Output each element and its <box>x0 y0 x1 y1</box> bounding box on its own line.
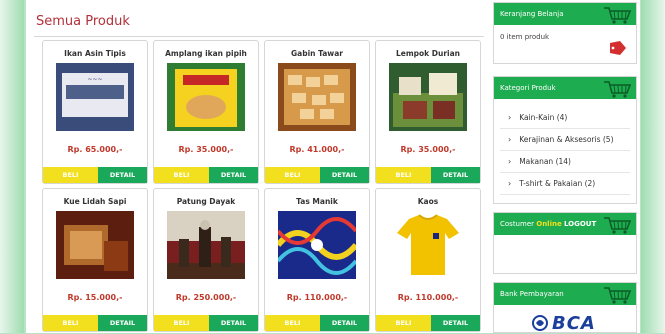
bank-widget: Bank Pembayaran BCA <box>493 282 637 334</box>
category-widget: Kategori Produk › Kain-Kain (4) › Kerajina… <box>493 76 637 204</box>
product-image-amplang[interactable] <box>167 63 245 131</box>
product-price: Rp. 65.000,- <box>67 145 123 154</box>
detail-button[interactable]: DETAIL <box>98 167 147 183</box>
detail-button[interactable]: DETAIL <box>320 167 369 183</box>
product-card[interactable]: Amplang ikan pipih Rp. 35.000,- BELI DET… <box>153 40 259 184</box>
category-label[interactable]: Makanan (14) <box>519 157 571 166</box>
product-name[interactable]: Ikan Asin Tipis <box>43 49 147 58</box>
product-card[interactable]: Patung Dayak Rp. 250.000,- BELI DETAIL <box>153 188 259 332</box>
customer-title: Costumer <box>500 220 535 228</box>
category-title: Kategori Produk <box>500 84 556 92</box>
buy-button[interactable]: BELI <box>43 167 98 183</box>
product-image-gabin[interactable] <box>278 63 356 131</box>
cart-title: Keranjang Belanja <box>500 10 564 18</box>
cart-widget: Keranjang Belanja 0 item produk <box>493 2 637 64</box>
detail-button[interactable]: DETAIL <box>320 315 369 331</box>
buy-button[interactable]: BELI <box>154 315 209 331</box>
category-header: Kategori Produk <box>494 77 636 99</box>
sidebar: Keranjang Belanja 0 item produk Kategori… <box>493 0 639 334</box>
page-wrapper: Semua Produk Ikan Asin Tipis ~~~ Rp. 65.… <box>26 0 640 334</box>
cart-header: Keranjang Belanja <box>494 3 636 25</box>
product-price: Rp. 41.000,- <box>289 145 345 154</box>
product-price: Rp. 35.000,- <box>178 145 234 154</box>
bank-title: Bank Pembayaran <box>500 290 564 298</box>
product-image-ikan-asin[interactable]: ~~~ <box>56 63 134 131</box>
category-item[interactable]: › Kerajinan & Aksesoris (5) <box>500 129 630 151</box>
page-background-left <box>0 0 24 333</box>
buy-button[interactable]: BELI <box>43 315 98 331</box>
product-image-lempok[interactable] <box>389 63 467 131</box>
bank-logo-text: BCA <box>552 313 596 334</box>
category-label[interactable]: Kain-Kain (4) <box>519 113 567 122</box>
product-name[interactable]: Amplang ikan pipih <box>154 49 258 58</box>
chevron-right-icon: › <box>508 157 512 166</box>
section-title: Semua Produk <box>36 14 130 29</box>
online-status: Online <box>536 220 562 228</box>
category-label[interactable]: T-shirt & Pakaian (2) <box>519 179 595 188</box>
customer-header: Costumer Online LOGOUT <box>494 213 636 235</box>
buy-button[interactable]: BELI <box>376 167 431 183</box>
chevron-right-icon: › <box>508 135 512 144</box>
chevron-right-icon: › <box>508 179 512 188</box>
product-card[interactable]: Tas Manik Rp. 110.000,- BELI DETAIL <box>264 188 370 332</box>
product-card[interactable]: Gabin Tawar Rp. 41.000,- BELI DETAIL <box>264 40 370 184</box>
customer-widget: Costumer Online LOGOUT <box>493 212 637 274</box>
bca-logo-icon <box>532 315 548 331</box>
detail-button[interactable]: DETAIL <box>431 315 480 331</box>
chevron-right-icon: › <box>508 113 512 122</box>
product-price: Rp. 250.000,- <box>175 293 237 302</box>
product-price: Rp. 35.000,- <box>400 145 456 154</box>
product-image-kue-lidah[interactable] <box>56 211 134 279</box>
detail-button[interactable]: DETAIL <box>98 315 147 331</box>
product-price: Rp. 15.000,- <box>67 293 123 302</box>
product-name[interactable]: Kue Lidah Sapi <box>43 197 147 206</box>
buy-button[interactable]: BELI <box>265 167 320 183</box>
product-card[interactable]: Ikan Asin Tipis ~~~ Rp. 65.000,- BELI DE… <box>42 40 148 184</box>
product-name[interactable]: Gabin Tawar <box>265 49 369 58</box>
product-name[interactable]: Lempok Durian <box>376 49 480 58</box>
product-image-kaos[interactable] <box>389 211 467 279</box>
product-name[interactable]: Kaos <box>376 197 480 206</box>
product-price: Rp. 110.000,- <box>286 293 348 302</box>
shopping-cart-icon <box>604 81 632 98</box>
product-section: Semua Produk Ikan Asin Tipis ~~~ Rp. 65.… <box>30 6 488 333</box>
product-price: Rp. 110.000,- <box>397 293 459 302</box>
logout-link[interactable]: LOGOUT <box>564 220 596 228</box>
category-item[interactable]: › Makanan (14) <box>500 151 630 173</box>
cart-tag-icon <box>610 41 626 55</box>
product-name[interactable]: Patung Dayak <box>154 197 258 206</box>
buy-button[interactable]: BELI <box>265 315 320 331</box>
shopping-cart-icon <box>604 287 632 304</box>
product-card[interactable]: Kue Lidah Sapi Rp. 15.000,- BELI DETAIL <box>42 188 148 332</box>
product-card[interactable]: Lempok Durian Rp. 35.000,- BELI DETAIL <box>375 40 481 184</box>
detail-button[interactable]: DETAIL <box>209 167 258 183</box>
product-image-tas-manik[interactable] <box>278 211 356 279</box>
product-image-patung-dayak[interactable] <box>167 211 245 279</box>
page-background-right <box>641 0 665 333</box>
buy-button[interactable]: BELI <box>376 315 431 331</box>
category-label[interactable]: Kerajinan & Aksesoris (5) <box>519 135 613 144</box>
product-name[interactable]: Tas Manik <box>265 197 369 206</box>
product-card[interactable]: Kaos Rp. 110.000,- BELI DETAIL <box>375 188 481 332</box>
detail-button[interactable]: DETAIL <box>431 167 480 183</box>
category-item[interactable]: › T-shirt & Pakaian (2) <box>500 173 630 195</box>
bank-header: Bank Pembayaran <box>494 283 636 305</box>
buy-button[interactable]: BELI <box>154 167 209 183</box>
title-divider <box>34 36 484 37</box>
svg-text:~~~: ~~~ <box>87 76 102 83</box>
category-item[interactable]: › Kain-Kain (4) <box>500 107 630 129</box>
shopping-cart-icon <box>604 217 632 234</box>
shopping-cart-icon[interactable] <box>602 5 632 25</box>
detail-button[interactable]: DETAIL <box>209 315 258 331</box>
